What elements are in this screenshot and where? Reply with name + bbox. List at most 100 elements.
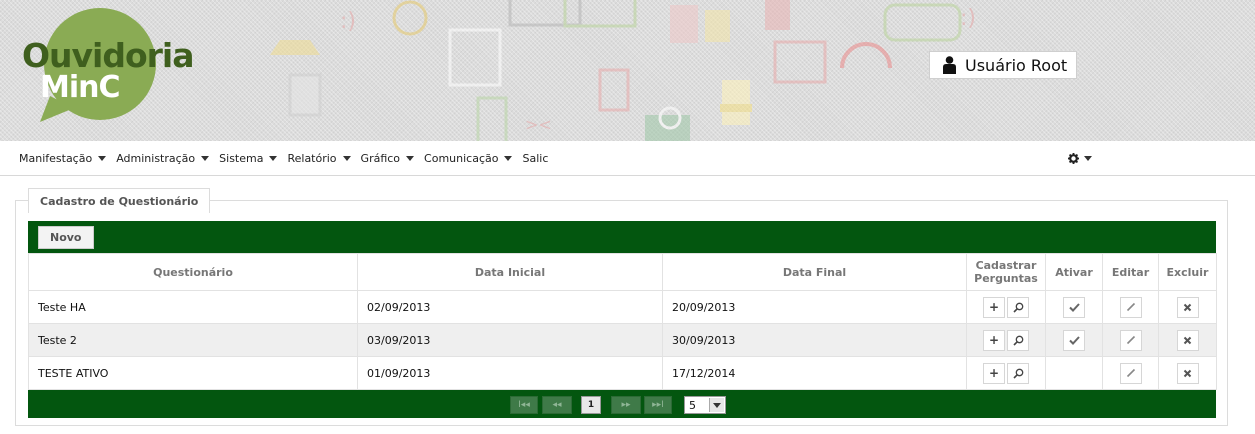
check-icon — [1068, 302, 1080, 312]
svg-text::): :) — [960, 6, 976, 31]
cell-end-date: 17/12/2014 — [662, 356, 967, 390]
col-header-cadastrar-perguntas: Cadastrar Perguntas — [966, 253, 1046, 291]
cell-cadastrar: + — [966, 323, 1046, 357]
user-icon — [943, 56, 956, 74]
cell-start-date: 01/09/2013 — [357, 356, 663, 390]
pencil-icon — [1126, 302, 1135, 312]
chevron-down-icon — [1084, 156, 1092, 161]
first-page-button[interactable]: I◂◂ — [510, 396, 538, 414]
menu-label: Comunicação — [424, 152, 499, 165]
col-header-questionario[interactable]: Questionário — [28, 253, 358, 291]
cell-editar — [1102, 356, 1159, 390]
new-button[interactable]: Novo — [38, 226, 94, 249]
pencil-icon — [1126, 368, 1135, 378]
view-questions-button[interactable] — [1007, 362, 1029, 384]
caret-shape — [713, 402, 721, 408]
add-question-button[interactable]: + — [983, 296, 1005, 318]
edit-button[interactable] — [1119, 296, 1142, 318]
col-header-cadastrar-line1: Cadastrar — [975, 259, 1037, 272]
chevron-down-icon — [406, 156, 415, 161]
chevron-down-icon — [342, 156, 351, 161]
delete-button[interactable] — [1176, 296, 1199, 318]
banner-decoration: :) :) >< — [270, 0, 976, 141]
cell-editar — [1102, 290, 1159, 324]
menu-relatorio[interactable]: Relatório — [287, 152, 351, 165]
search-icon — [1012, 335, 1023, 346]
chevron-down-icon — [98, 156, 107, 161]
activate-button[interactable] — [1063, 329, 1085, 351]
close-icon — [1183, 369, 1192, 377]
page-size-value: 5 — [689, 398, 696, 412]
user-menu[interactable]: Usuário Root — [929, 51, 1077, 79]
edit-button[interactable] — [1119, 362, 1142, 384]
cell-start-date: 03/09/2013 — [357, 323, 663, 357]
last-page-button[interactable]: ▸▸I — [644, 396, 672, 414]
user-name: Usuário Root — [965, 55, 1068, 75]
col-header-data-inicial[interactable]: Data Inicial — [357, 253, 663, 291]
cell-cadastrar: + — [966, 356, 1046, 390]
menu-label: Relatório — [287, 152, 337, 165]
main-menu: Manifestação Administração Sistema Relat… — [19, 152, 548, 165]
view-questions-button[interactable] — [1007, 296, 1029, 318]
col-header-data-final[interactable]: Data Final — [662, 253, 967, 291]
cell-end-date: 30/09/2013 — [662, 323, 967, 357]
current-page-button[interactable]: 1 — [581, 396, 601, 414]
plus-icon: + — [988, 333, 1000, 347]
cell-cadastrar: + — [966, 290, 1046, 324]
col-header-excluir: Excluir — [1158, 253, 1217, 291]
activate-button[interactable] — [1063, 296, 1085, 318]
menu-grafico[interactable]: Gráfico — [361, 152, 415, 165]
table-row: TESTE ATIVO 01/09/2013 17/12/2014 + — [28, 356, 1217, 390]
cell-ativar — [1045, 290, 1103, 324]
search-icon — [1012, 302, 1023, 313]
menu-salic[interactable]: Salic — [522, 152, 548, 165]
pagination-bar: I◂◂ ◂◂ 1 ▸▸ ▸▸I 5 — [28, 390, 1216, 418]
panel-title: Cadastro de Questionário — [28, 188, 211, 213]
cell-name: TESTE ATIVO — [28, 356, 358, 390]
next-page-button[interactable]: ▸▸ — [611, 396, 641, 414]
chevron-down-icon — [504, 156, 513, 161]
menu-label: Administração — [116, 152, 196, 165]
menu-administracao[interactable]: Administração — [116, 152, 210, 165]
add-question-button[interactable]: + — [983, 329, 1005, 351]
menu-label: Salic — [522, 152, 549, 165]
table-row: Teste 2 03/09/2013 30/09/2013 + — [28, 323, 1217, 357]
menu-manifestacao[interactable]: Manifestação — [19, 152, 107, 165]
page-size-select[interactable]: 5 — [684, 396, 726, 414]
plus-icon: + — [988, 300, 1000, 314]
edit-button[interactable] — [1119, 329, 1142, 351]
svg-text::): :) — [340, 9, 356, 34]
header-banner: :) :) >< Ouvidoria MinC Usuário Root — [0, 0, 1255, 141]
table-header-row: Questionário Data Inicial Data Final Cad… — [28, 253, 1217, 291]
menu-label: Sistema — [219, 152, 264, 165]
grid-toolbar: Novo — [28, 221, 1216, 253]
logo-text-minc: MinC — [40, 70, 121, 105]
col-header-cadastrar-line2: Perguntas — [974, 272, 1038, 285]
menu-label: Manifestação — [19, 152, 93, 165]
cell-excluir — [1158, 356, 1217, 390]
prev-page-button[interactable]: ◂◂ — [542, 396, 572, 414]
cell-ativar — [1045, 356, 1103, 390]
close-icon — [1183, 336, 1192, 344]
delete-button[interactable] — [1176, 362, 1199, 384]
cell-editar — [1102, 323, 1159, 357]
cell-start-date: 02/09/2013 — [357, 290, 663, 324]
chevron-down-icon — [709, 398, 724, 412]
main-menu-bar: Manifestação Administração Sistema Relat… — [0, 141, 1255, 176]
settings-menu[interactable] — [1068, 153, 1092, 164]
chevron-down-icon — [269, 156, 278, 161]
chevron-down-icon — [201, 156, 210, 161]
cell-name: Teste 2 — [28, 323, 358, 357]
menu-sistema[interactable]: Sistema — [219, 152, 278, 165]
questionnaire-table: Questionário Data Inicial Data Final Cad… — [28, 253, 1217, 390]
svg-text:><: >< — [525, 115, 552, 134]
menu-comunicacao[interactable]: Comunicação — [424, 152, 513, 165]
delete-button[interactable] — [1176, 329, 1199, 351]
cell-excluir — [1158, 323, 1217, 357]
cell-name: Teste HA — [28, 290, 358, 324]
search-icon — [1012, 368, 1023, 379]
add-question-button[interactable]: + — [983, 362, 1005, 384]
close-icon — [1183, 303, 1192, 311]
col-header-editar: Editar — [1102, 253, 1159, 291]
view-questions-button[interactable] — [1007, 329, 1029, 351]
